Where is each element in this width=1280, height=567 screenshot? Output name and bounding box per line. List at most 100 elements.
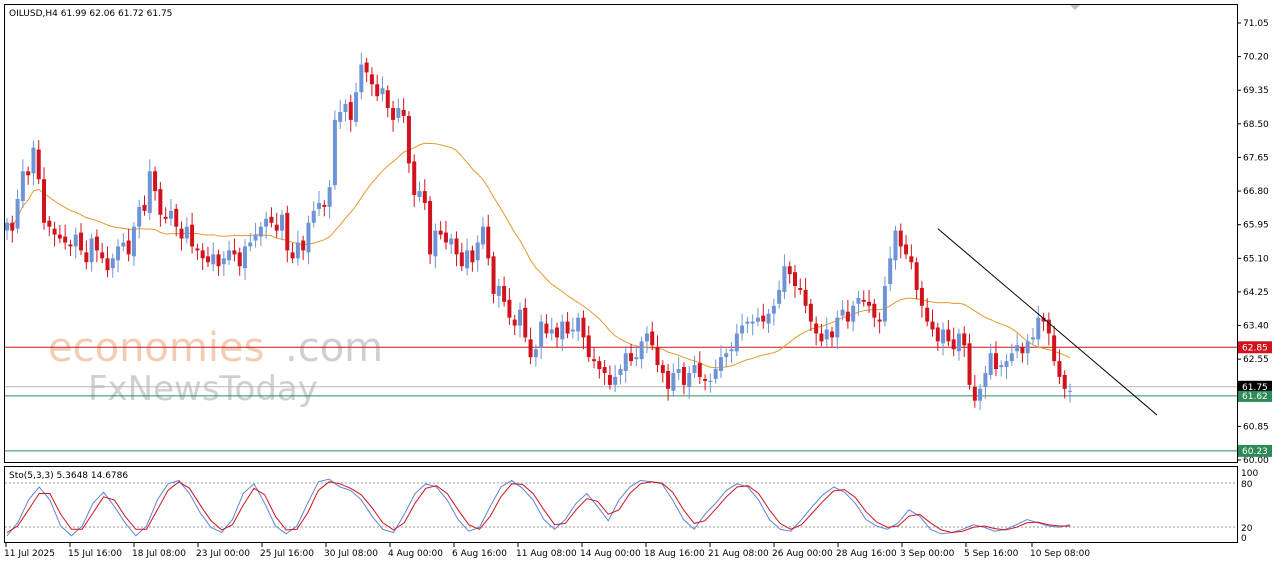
candle-body	[993, 353, 998, 370]
candle-body	[840, 309, 845, 316]
x-tick-label: 21 Aug 08:00	[708, 549, 769, 559]
candle-body	[94, 236, 99, 251]
candle-body	[919, 287, 924, 306]
candle-body	[644, 333, 649, 342]
candle-body	[771, 305, 776, 314]
candle-body	[258, 226, 263, 237]
candle-body	[914, 262, 919, 290]
candle-body	[412, 161, 417, 196]
x-tick-label: 11 Aug 08:00	[516, 549, 577, 559]
candle-body	[26, 171, 31, 176]
candle-body	[888, 258, 893, 285]
candle-body	[782, 266, 787, 292]
candle-body	[317, 202, 322, 209]
candle-body	[956, 333, 961, 352]
candle-body	[31, 147, 36, 174]
candle-body	[872, 303, 877, 318]
stochastic-info: Sto(5,3,3) 5.3648 14.6786	[9, 471, 128, 481]
candle-body	[168, 210, 173, 219]
candle-body	[385, 90, 390, 109]
candle-body	[1020, 347, 1025, 354]
candle-body	[221, 258, 226, 265]
candle-body	[909, 256, 914, 263]
candle-body	[142, 204, 147, 211]
candle-body	[877, 319, 882, 322]
candle-body	[512, 319, 517, 326]
candle-body	[755, 317, 760, 322]
candle-body	[1004, 361, 1009, 368]
candle-body	[354, 92, 359, 122]
candle-body	[983, 372, 988, 387]
candle-body	[830, 331, 835, 338]
candle-body	[422, 191, 427, 203]
candle-body	[332, 119, 337, 186]
candle-body	[280, 214, 285, 231]
candle-body	[311, 210, 316, 223]
candle-body	[713, 369, 718, 379]
candle-body	[861, 299, 866, 302]
candle-body	[539, 321, 544, 348]
candle-body	[798, 287, 803, 290]
candle-body	[475, 242, 480, 261]
candle-body	[174, 208, 179, 227]
candle-body	[523, 307, 528, 338]
candle-body	[343, 104, 348, 112]
candle-body	[602, 367, 607, 373]
candle-body	[576, 317, 581, 332]
x-tick-label: 30 Jul 08:00	[324, 549, 378, 559]
candle-body	[634, 357, 639, 360]
candle-body	[835, 317, 840, 338]
x-tick-label: 28 Aug 16:00	[836, 549, 897, 559]
candle-body	[1025, 341, 1030, 354]
candle-body	[184, 226, 189, 239]
candle-body	[618, 369, 623, 375]
candle-body	[650, 331, 655, 346]
y-tick-label: 68.50	[1243, 120, 1269, 130]
candle-body	[729, 349, 734, 352]
candle-body	[655, 347, 660, 366]
level-tag-text: 62.85	[1242, 343, 1268, 353]
candle-body	[396, 108, 401, 118]
candle-body	[681, 367, 686, 385]
candle-body	[777, 289, 782, 304]
candle-body	[242, 246, 247, 269]
candle-body	[216, 254, 221, 267]
candle-body	[131, 226, 136, 257]
candle-body	[84, 252, 89, 263]
candle-body	[121, 242, 126, 247]
candle-body	[190, 224, 195, 247]
y-tick-label: 71.05	[1243, 19, 1269, 29]
candle-body	[676, 369, 681, 373]
candle-body	[925, 307, 930, 322]
candle-body	[586, 335, 591, 358]
candle-body	[761, 315, 766, 322]
y-tick-label: 65.95	[1243, 221, 1269, 231]
candle-body	[639, 341, 644, 360]
x-tick-label: 23 Jul 00:00	[196, 549, 250, 559]
x-tick-label: 10 Sep 08:00	[1030, 549, 1090, 559]
candle-body	[962, 333, 967, 346]
candle-body	[851, 305, 856, 322]
candle-body	[36, 149, 41, 180]
candle-body	[301, 240, 306, 251]
candle-body	[116, 246, 121, 261]
x-tick-label: 11 Jul 2025	[4, 549, 55, 559]
symbol-info: OILUSD,H4 61.99 62.06 61.72 61.75	[9, 9, 172, 19]
candle-body	[718, 357, 723, 372]
candle-body	[687, 372, 692, 387]
candle-body	[179, 228, 184, 239]
candle-body	[692, 365, 697, 373]
candle-body	[613, 376, 618, 385]
candle-body	[581, 317, 586, 338]
candle-body	[79, 232, 84, 251]
candle-body	[882, 285, 887, 322]
candle-body	[153, 171, 158, 192]
candle-body	[597, 361, 602, 370]
candle-body	[560, 321, 565, 340]
y-tick-label: 63.40	[1243, 322, 1269, 332]
candle-body	[158, 189, 163, 215]
candle-body	[480, 226, 485, 245]
candle-body	[105, 258, 110, 271]
candle-body	[380, 88, 385, 95]
candle-body	[449, 238, 454, 245]
